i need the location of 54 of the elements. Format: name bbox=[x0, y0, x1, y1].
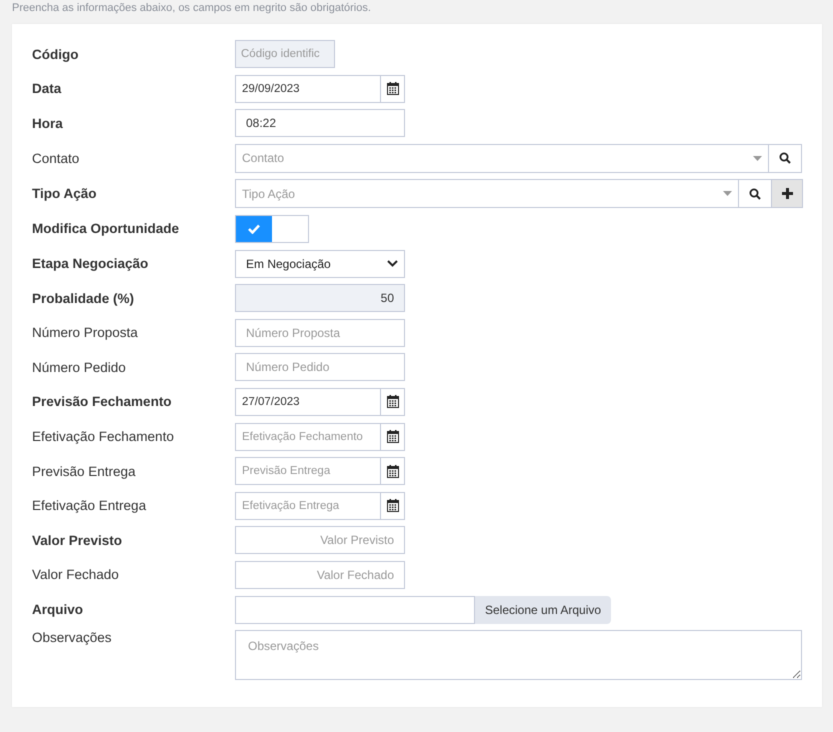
notes-field[interactable]: Observações bbox=[235, 630, 802, 680]
caret-icon bbox=[753, 156, 762, 161]
text-field[interactable]: Número Pedido bbox=[235, 353, 405, 382]
calendar-icon bbox=[386, 464, 398, 478]
search-icon bbox=[779, 152, 791, 164]
calendar-button[interactable] bbox=[381, 74, 405, 103]
add-button[interactable] bbox=[772, 179, 803, 208]
field-label: Valor Fechado bbox=[32, 567, 120, 582]
currency-field[interactable]: Valor Previsto bbox=[235, 526, 405, 554]
field-label: Etapa Negociação bbox=[32, 256, 150, 272]
toggle-switch[interactable] bbox=[235, 214, 309, 243]
date-field[interactable]: 27/07/2023 bbox=[235, 388, 381, 416]
text-field[interactable]: 08:22 bbox=[235, 109, 405, 138]
date-field[interactable]: Efetivação Fechamento bbox=[235, 422, 381, 451]
search-icon bbox=[749, 188, 761, 200]
field-label: Código bbox=[32, 46, 80, 62]
text-field[interactable]: Número Proposta bbox=[235, 318, 405, 347]
intro-text: Preencha as informações abaixo, os campos em negrito são obrigatórios. bbox=[11, 1, 372, 16]
file-select-button[interactable]: Selecione um Arquivo bbox=[475, 596, 612, 624]
field-label: Previsão Entrega bbox=[32, 464, 137, 479]
calendar-button[interactable] bbox=[381, 388, 405, 416]
search-button[interactable] bbox=[769, 144, 802, 173]
date-field[interactable]: 29/09/2023 bbox=[235, 74, 381, 103]
field-label: Observações bbox=[32, 630, 113, 646]
field-label: Probalidade (%) bbox=[32, 290, 136, 306]
calendar-button[interactable] bbox=[381, 457, 405, 486]
field-label: Tipo Ação bbox=[32, 186, 98, 202]
file-field[interactable] bbox=[235, 596, 475, 624]
field-label: Previsão Fechamento bbox=[32, 394, 173, 410]
field-label: Data bbox=[32, 81, 62, 96]
calendar-icon bbox=[386, 430, 398, 444]
plus-icon bbox=[782, 188, 792, 200]
date-field[interactable]: Efetivação Entrega bbox=[235, 492, 381, 520]
field-label: Contato bbox=[32, 150, 80, 166]
caret-icon bbox=[723, 191, 732, 196]
select-field[interactable]: Em Negociação bbox=[235, 250, 405, 278]
field-label: Número Proposta bbox=[32, 325, 139, 340]
calendar-icon bbox=[386, 82, 398, 96]
check-icon bbox=[248, 224, 260, 234]
calendar-button[interactable] bbox=[381, 492, 405, 520]
calendar-icon bbox=[386, 499, 398, 512]
chevron-icon bbox=[387, 260, 398, 268]
field-label: Número Pedido bbox=[32, 360, 127, 375]
date-field[interactable]: Previsão Entrega bbox=[235, 457, 381, 486]
calendar-icon bbox=[386, 395, 398, 408]
field-label: Valor Previsto bbox=[32, 532, 124, 548]
field-label: Arquivo bbox=[32, 602, 84, 617]
field-label: Hora bbox=[32, 116, 64, 131]
field-label: Modifica Oportunidade bbox=[32, 221, 180, 236]
field-label: Efetivação Fechamento bbox=[32, 429, 175, 444]
calendar-button[interactable] bbox=[381, 422, 405, 451]
search-button[interactable] bbox=[739, 179, 772, 208]
currency-field[interactable]: Valor Fechado bbox=[235, 560, 405, 589]
field-label: Efetivação Entrega bbox=[32, 498, 148, 514]
